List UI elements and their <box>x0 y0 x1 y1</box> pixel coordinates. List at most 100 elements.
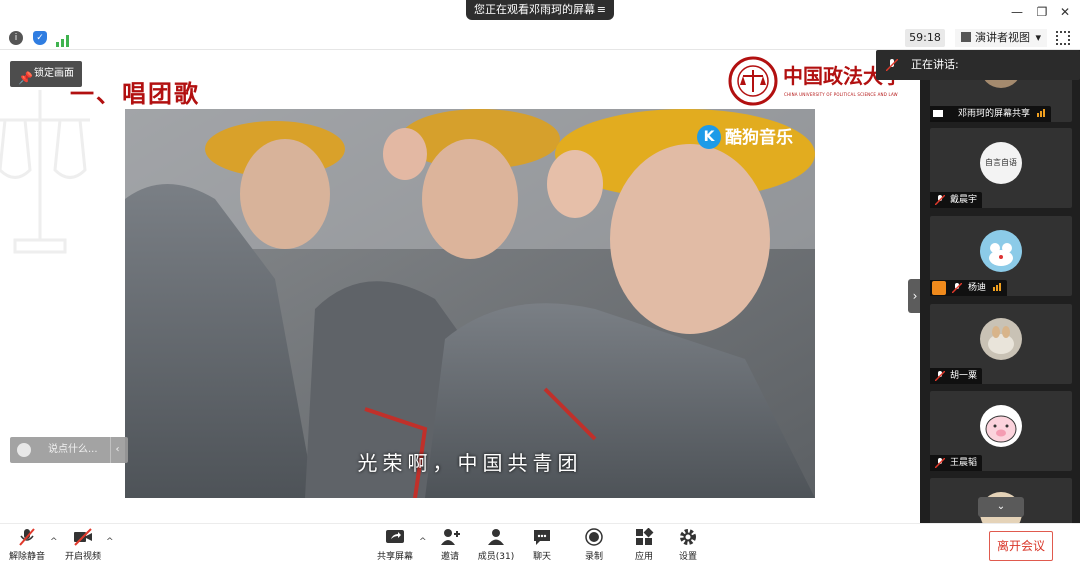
participant-tag: 邓雨珂的屏幕共享 <box>930 106 1051 122</box>
participant-tag: 王晨韬 <box>930 455 983 471</box>
add-user-icon <box>441 529 460 545</box>
university-subname: CHINA UNIVERSITY OF POLITICAL SCIENCE AN… <box>784 92 898 97</box>
share-options-caret[interactable]: ^ <box>419 537 427 547</box>
shared-screen: 一、唱团歌 📌 锁定画面 中国政法大学 CHINA UNIVERSITY OF … <box>0 50 920 523</box>
chat-icon <box>534 530 550 545</box>
unmute-button[interactable]: 解除静音 <box>6 528 48 566</box>
participant-tile[interactable]: 自言自语 戴晨宇 <box>930 128 1072 208</box>
avatar <box>980 405 1022 447</box>
info-icon[interactable]: i <box>9 31 23 45</box>
pin-icon: 📌 <box>18 71 33 85</box>
meeting-toolbar: i ✓ 59:18 演讲者视图 ▾ <box>0 26 1080 50</box>
participant-name: 王晨韬 <box>950 458 978 468</box>
signal-icon[interactable] <box>56 32 70 47</box>
members-button[interactable]: 成员(31) <box>474 528 518 566</box>
chat-button[interactable]: 聊天 <box>528 528 556 566</box>
start-video-button[interactable]: 开启视频 <box>60 528 106 566</box>
participant-tile[interactable]: 王晨韬 <box>930 391 1072 471</box>
leave-meeting-button[interactable]: 离开会议 <box>989 531 1053 561</box>
avatar: 自言自语 <box>980 142 1022 184</box>
participant-tag: 胡一粟 <box>930 368 983 384</box>
chat-label: 聊天 <box>532 552 551 562</box>
collapse-chat-icon[interactable]: ‹ <box>110 437 124 463</box>
participant-tile[interactable]: 胡一粟 <box>930 304 1072 384</box>
audio-level-icon <box>992 281 1002 297</box>
quick-chat-placeholder: 说点什么... <box>48 444 98 455</box>
audio-level-icon <box>1036 107 1046 123</box>
kugou-music-logo: K 酷狗音乐 <box>697 123 793 151</box>
audio-options-caret[interactable]: ^ <box>50 537 58 547</box>
viewing-share-banner[interactable]: 您正在观看邓雨珂的屏幕 ≡ <box>466 0 614 20</box>
record-icon <box>585 528 603 546</box>
scroll-down-button[interactable]: ⌄ <box>978 497 1024 517</box>
members-icon <box>488 529 504 545</box>
video-frame: K 酷狗音乐 光荣啊，中国共青团 <box>125 109 815 498</box>
participant-name: 邓雨珂的屏幕共享 <box>958 109 1031 119</box>
participant-tag: 杨迪 <box>930 280 1007 296</box>
start-video-label: 开启视频 <box>64 552 101 562</box>
university-seal-icon <box>728 56 778 106</box>
avatar <box>980 230 1022 272</box>
members-label: 成员(31) <box>477 552 515 562</box>
apps-icon <box>636 528 654 545</box>
mic-muted-icon <box>952 283 962 293</box>
share-screen-label: 共享屏幕 <box>376 552 413 562</box>
participant-tile[interactable]: 杨迪 <box>930 216 1072 296</box>
kugou-icon: K <box>697 125 721 149</box>
apps-label: 应用 <box>634 552 653 562</box>
fullscreen-icon[interactable] <box>1056 31 1070 45</box>
invite-label: 邀请 <box>440 552 459 562</box>
video-scene-image <box>125 109 815 498</box>
mic-muted-icon <box>935 458 945 468</box>
minimize-button[interactable]: — <box>1008 4 1026 20</box>
participant-name: 戴晨宇 <box>950 195 978 205</box>
share-screen-icon <box>386 530 404 543</box>
mic-muted-icon <box>935 195 945 205</box>
participant-name: 杨迪 <box>968 283 987 293</box>
participant-video-panel: 邓雨珂的屏幕共享 自言自语 戴晨宇 杨迪 胡一粟 王晨韬 <box>920 50 1080 523</box>
speaking-label: 正在讲话: <box>911 58 959 71</box>
invite-button[interactable]: 邀请 <box>435 528 465 566</box>
settings-button[interactable]: 设置 <box>674 528 702 566</box>
restore-button[interactable]: ❐ <box>1033 4 1051 20</box>
bottom-toolbar: 解除静音 ^ 开启视频 ^ 共享屏幕 ^ 邀请 成员(31) 聊天 录制 应用 … <box>0 523 1080 568</box>
video-options-caret[interactable]: ^ <box>106 537 114 547</box>
title-bar: 您正在观看邓雨珂的屏幕 ≡ — ❐ ✕ <box>0 0 1080 26</box>
chevron-down-icon: ▾ <box>1035 31 1041 44</box>
mic-muted-icon <box>19 528 35 546</box>
meeting-window: 您正在观看邓雨珂的屏幕 ≡ — ❐ ✕ i ✓ 59:18 演讲者视图 ▾ 一、… <box>0 0 1080 568</box>
mic-muted-icon <box>886 59 898 71</box>
gear-icon <box>680 529 696 545</box>
menu-icon[interactable]: ≡ <box>597 0 606 20</box>
record-label: 录制 <box>584 552 603 562</box>
lock-screen-button[interactable]: 📌 锁定画面 <box>10 61 82 87</box>
shield-icon[interactable]: ✓ <box>33 31 47 45</box>
quick-chat-input[interactable]: 说点什么... ‹ <box>10 437 128 463</box>
viewing-text: 您正在观看邓雨珂的屏幕 <box>474 3 595 16</box>
camera-off-icon <box>74 528 92 546</box>
meeting-timer: 59:18 <box>905 29 945 47</box>
kugou-brand: 酷狗音乐 <box>725 128 793 148</box>
participant-tag: 戴晨宇 <box>930 192 983 208</box>
slide-title: 一、唱团歌 <box>70 79 200 108</box>
settings-label: 设置 <box>678 552 697 562</box>
share-screen-button[interactable]: 共享屏幕 <box>375 528 415 566</box>
view-mode-label: 演讲者视图 <box>975 31 1030 44</box>
record-button[interactable]: 录制 <box>580 528 608 566</box>
close-button[interactable]: ✕ <box>1056 4 1074 20</box>
scales-watermark <box>0 90 90 254</box>
host-badge-icon <box>932 281 946 295</box>
avatar <box>980 318 1022 360</box>
apps-button[interactable]: 应用 <box>630 528 658 566</box>
participant-name: 胡一粟 <box>950 371 978 381</box>
view-layout-icon <box>961 32 971 42</box>
lock-screen-label: 锁定画面 <box>34 68 74 79</box>
screen-share-icon <box>933 110 943 117</box>
avatar-text: 自言自语 <box>985 158 1017 167</box>
active-speaker-indicator: 正在讲话: <box>876 50 1080 80</box>
emoji-icon[interactable] <box>17 443 31 457</box>
mic-muted-icon <box>935 371 945 381</box>
unmute-label: 解除静音 <box>8 552 45 562</box>
video-subtitle: 光荣啊，中国共青团 <box>357 451 583 475</box>
view-mode-button[interactable]: 演讲者视图 ▾ <box>955 29 1047 47</box>
